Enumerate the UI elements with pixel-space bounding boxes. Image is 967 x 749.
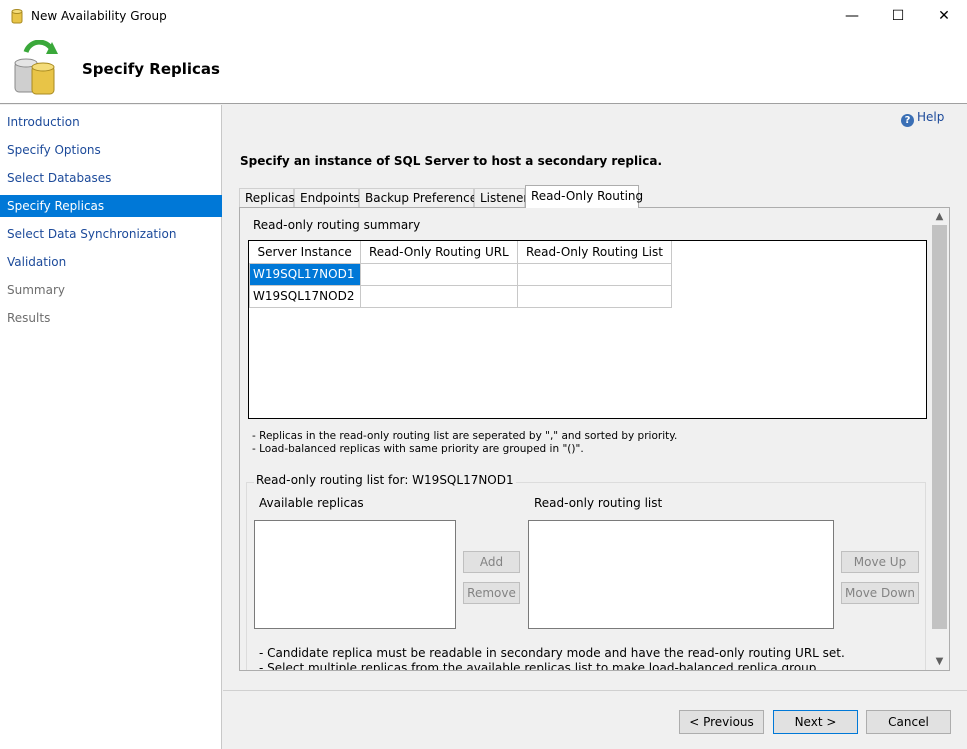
nav-item-results: Results bbox=[7, 311, 51, 325]
previous-button[interactable]: < Previous bbox=[679, 710, 764, 734]
move-up-button[interactable]: Move Up bbox=[841, 551, 919, 573]
help-link[interactable]: ? Help bbox=[901, 110, 944, 127]
cell-routing-url[interactable] bbox=[360, 262, 518, 286]
routing-list-group-title: Read-only routing list for: W19SQL17NOD1 bbox=[254, 473, 516, 487]
wizard-nav: Introduction Specify Options Select Data… bbox=[0, 105, 222, 749]
read-only-routing-panel: Read-only routing summary Server Instanc… bbox=[239, 207, 950, 671]
scroll-down-icon[interactable]: ▼ bbox=[930, 653, 949, 670]
remove-button[interactable]: Remove bbox=[463, 582, 520, 604]
scroll-up-icon[interactable]: ▲ bbox=[930, 208, 949, 225]
routing-summary-label: Read-only routing summary bbox=[253, 218, 421, 232]
column-header-routing-list[interactable]: Read-Only Routing List bbox=[517, 241, 672, 264]
tab-listener[interactable]: Listener bbox=[474, 188, 528, 208]
nav-item-summary: Summary bbox=[7, 283, 65, 297]
note-line: - Replicas in the read-only routing list… bbox=[252, 430, 678, 442]
available-replicas-list[interactable] bbox=[254, 520, 456, 629]
table-row[interactable]: W19SQL17NOD2 bbox=[249, 284, 672, 308]
database-icon bbox=[11, 9, 23, 24]
help-label: Help bbox=[917, 110, 945, 124]
nav-item-specify-options[interactable]: Specify Options bbox=[0, 139, 222, 161]
help-icon: ? bbox=[901, 114, 914, 127]
page-title: Specify Replicas bbox=[82, 60, 220, 78]
move-down-button[interactable]: Move Down bbox=[841, 582, 919, 604]
add-button[interactable]: Add bbox=[463, 551, 520, 573]
close-button[interactable]: ✕ bbox=[921, 0, 967, 32]
routing-notes: - Replicas in the read-only routing list… bbox=[252, 430, 677, 456]
cell-server-instance[interactable]: W19SQL17NOD2 bbox=[249, 284, 361, 308]
candidate-notes: - Candidate replica must be readable in … bbox=[259, 646, 845, 671]
nav-item-select-data-synchronization[interactable]: Select Data Synchronization bbox=[0, 223, 222, 245]
nav-item-validation[interactable]: Validation bbox=[0, 251, 222, 273]
window-title: New Availability Group bbox=[31, 9, 167, 23]
routing-table: Server Instance Read-Only Routing URL Re… bbox=[249, 241, 672, 308]
tab-endpoints[interactable]: Endpoints bbox=[294, 188, 360, 208]
cell-routing-list[interactable] bbox=[517, 262, 672, 286]
maximize-button[interactable]: ☐ bbox=[875, 0, 921, 32]
availability-group-icon bbox=[14, 40, 58, 95]
wizard-header: Specify Replicas bbox=[0, 32, 967, 104]
tab-backup-preferences[interactable]: Backup Preferences bbox=[359, 188, 483, 208]
nav-item-select-databases[interactable]: Select Databases bbox=[0, 167, 222, 189]
routing-list-label: Read-only routing list bbox=[534, 496, 663, 510]
note-line: - Select multiple replicas from the avai… bbox=[259, 661, 821, 671]
instruction-text: Specify an instance of SQL Server to hos… bbox=[240, 154, 663, 168]
next-button[interactable]: Next > bbox=[773, 710, 858, 734]
vertical-scrollbar[interactable]: ▲ ▼ bbox=[930, 208, 949, 670]
column-header-routing-url[interactable]: Read-Only Routing URL bbox=[360, 241, 518, 264]
nav-item-introduction[interactable]: Introduction bbox=[0, 111, 222, 133]
tab-read-only-routing[interactable]: Read-Only Routing bbox=[525, 185, 643, 208]
cancel-button[interactable]: Cancel bbox=[866, 710, 951, 734]
read-only-routing-list[interactable] bbox=[528, 520, 834, 629]
title-bar: New Availability Group — ☐ ✕ bbox=[0, 0, 967, 32]
cell-routing-url[interactable] bbox=[360, 284, 518, 308]
cell-server-instance[interactable]: W19SQL17NOD1 bbox=[249, 262, 361, 286]
minimize-button[interactable]: — bbox=[829, 0, 875, 32]
nav-item-specify-replicas[interactable]: Specify Replicas bbox=[0, 195, 222, 217]
scroll-thumb[interactable] bbox=[932, 225, 947, 629]
footer-divider bbox=[223, 690, 967, 691]
table-row[interactable]: W19SQL17NOD1 bbox=[249, 262, 672, 286]
note-line: - Candidate replica must be readable in … bbox=[259, 646, 845, 660]
cell-routing-list[interactable] bbox=[517, 284, 672, 308]
note-line: - Load-balanced replicas with same prior… bbox=[252, 443, 584, 455]
column-header-server-instance[interactable]: Server Instance bbox=[249, 241, 361, 264]
panel-content: Read-only routing summary Server Instanc… bbox=[240, 208, 930, 671]
available-replicas-label: Available replicas bbox=[259, 496, 364, 510]
routing-summary-grid[interactable]: Server Instance Read-Only Routing URL Re… bbox=[248, 240, 927, 419]
tab-replicas[interactable]: Replicas bbox=[239, 188, 295, 208]
main-panel: ? Help Specify an instance of SQL Server … bbox=[223, 105, 967, 695]
